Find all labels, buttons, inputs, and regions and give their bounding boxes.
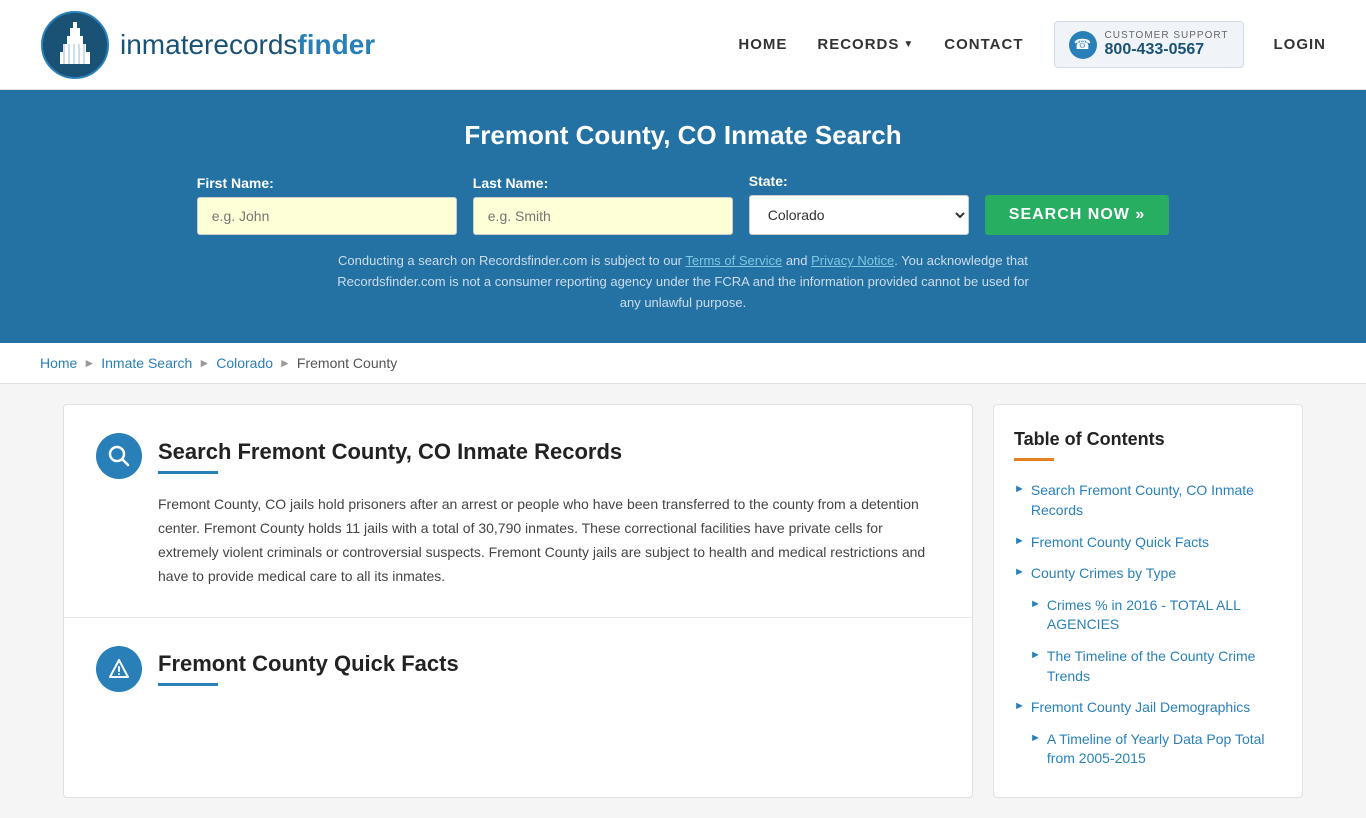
chevron-right-icon: ► bbox=[1030, 732, 1041, 744]
state-group: State: Colorado bbox=[749, 173, 969, 235]
nav-home[interactable]: HOME bbox=[738, 36, 787, 53]
privacy-link[interactable]: Privacy Notice bbox=[811, 253, 894, 268]
breadcrumb-sep-3: ► bbox=[279, 356, 291, 370]
first-name-input[interactable] bbox=[197, 197, 457, 235]
toc-link-2[interactable]: County Crimes by Type bbox=[1031, 564, 1176, 584]
content-area: Search Fremont County, CO Inmate Records… bbox=[63, 404, 973, 798]
nav-login[interactable]: LOGIN bbox=[1274, 36, 1327, 53]
logo-text: inmaterecordsfinder bbox=[120, 29, 375, 61]
nav-records[interactable]: RECORDS ▼ bbox=[817, 36, 914, 53]
toc-title: Table of Contents bbox=[1014, 429, 1282, 450]
search-button[interactable]: SEARCH NOW » bbox=[985, 195, 1169, 235]
breadcrumb-home[interactable]: Home bbox=[40, 355, 77, 371]
sidebar: Table of Contents ► Search Fremont Count… bbox=[993, 404, 1303, 798]
breadcrumb-inmate-search[interactable]: Inmate Search bbox=[101, 355, 192, 371]
support-info: CUSTOMER SUPPORT 800-433-0567 bbox=[1105, 30, 1229, 59]
toc-list: ► Search Fremont County, CO Inmate Recor… bbox=[1014, 477, 1282, 773]
chevron-right-icon: ► bbox=[1014, 566, 1025, 578]
toc-link-3[interactable]: Crimes % in 2016 - TOTAL ALL AGENCIES bbox=[1047, 596, 1282, 635]
toc-link-0[interactable]: Search Fremont County, CO Inmate Records bbox=[1031, 481, 1282, 520]
section-quick-facts: Fremont County Quick Facts bbox=[64, 618, 972, 734]
first-name-label: First Name: bbox=[197, 175, 274, 191]
chevron-right-icon: ► bbox=[1030, 598, 1041, 610]
chevron-right-icon: ► bbox=[1030, 649, 1041, 661]
toc-link-5[interactable]: Fremont County Jail Demographics bbox=[1031, 698, 1250, 718]
tos-link[interactable]: Terms of Service bbox=[685, 253, 782, 268]
logo-icon bbox=[40, 10, 110, 80]
toc-item-3: ► Crimes % in 2016 - TOTAL ALL AGENCIES bbox=[1014, 592, 1282, 639]
toc-item-1: ► Fremont County Quick Facts bbox=[1014, 529, 1282, 557]
chevron-down-icon: ▼ bbox=[903, 39, 914, 50]
section-underline-2 bbox=[158, 683, 218, 686]
breadcrumb-current: Fremont County bbox=[297, 355, 397, 371]
logo[interactable]: inmaterecordsfinder bbox=[40, 10, 375, 80]
warning-icon bbox=[96, 646, 142, 692]
state-select[interactable]: Colorado bbox=[749, 195, 969, 235]
nav-contact[interactable]: CONTACT bbox=[944, 36, 1023, 53]
toc-link-4[interactable]: The Timeline of the County Crime Trends bbox=[1047, 647, 1282, 686]
toc-item-5: ► Fremont County Jail Demographics bbox=[1014, 694, 1282, 722]
main-nav: HOME RECORDS ▼ CONTACT ☎ CUSTOMER SUPPOR… bbox=[738, 21, 1326, 68]
breadcrumb-sep-2: ► bbox=[198, 356, 210, 370]
main-container: Search Fremont County, CO Inmate Records… bbox=[43, 404, 1323, 798]
section-title-1: Search Fremont County, CO Inmate Records bbox=[158, 439, 622, 465]
hero-disclaimer: Conducting a search on Recordsfinder.com… bbox=[333, 251, 1033, 313]
section-header-1: Search Fremont County, CO Inmate Records bbox=[96, 433, 940, 479]
search-form: First Name: Last Name: State: Colorado S… bbox=[40, 173, 1326, 235]
hero-section: Fremont County, CO Inmate Search First N… bbox=[0, 90, 1366, 343]
hero-title: Fremont County, CO Inmate Search bbox=[40, 120, 1326, 151]
state-label: State: bbox=[749, 173, 788, 189]
support-phone: 800-433-0567 bbox=[1105, 41, 1229, 59]
section-underline-1 bbox=[158, 471, 218, 474]
last-name-group: Last Name: bbox=[473, 175, 733, 235]
toc-box: Table of Contents ► Search Fremont Count… bbox=[993, 404, 1303, 798]
toc-divider bbox=[1014, 458, 1054, 461]
chevron-right-icon: ► bbox=[1014, 535, 1025, 547]
section-header-2: Fremont County Quick Facts bbox=[96, 646, 940, 692]
section-inmate-records: Search Fremont County, CO Inmate Records… bbox=[64, 405, 972, 617]
support-label: CUSTOMER SUPPORT bbox=[1105, 30, 1229, 41]
section-title-2: Fremont County Quick Facts bbox=[158, 651, 459, 677]
toc-link-1[interactable]: Fremont County Quick Facts bbox=[1031, 533, 1209, 553]
toc-item-0: ► Search Fremont County, CO Inmate Recor… bbox=[1014, 477, 1282, 524]
search-icon bbox=[96, 433, 142, 479]
chevron-right-icon: ► bbox=[1014, 483, 1025, 495]
toc-item-2: ► County Crimes by Type bbox=[1014, 560, 1282, 588]
breadcrumb: Home ► Inmate Search ► Colorado ► Fremon… bbox=[0, 343, 1366, 384]
section-body-1: Fremont County, CO jails hold prisoners … bbox=[96, 493, 940, 588]
chevron-right-icon: ► bbox=[1014, 700, 1025, 712]
toc-item-4: ► The Timeline of the County Crime Trend… bbox=[1014, 643, 1282, 690]
toc-link-6[interactable]: A Timeline of Yearly Data Pop Total from… bbox=[1047, 730, 1282, 769]
breadcrumb-colorado[interactable]: Colorado bbox=[216, 355, 273, 371]
last-name-input[interactable] bbox=[473, 197, 733, 235]
breadcrumb-sep-1: ► bbox=[83, 356, 95, 370]
customer-support-box[interactable]: ☎ CUSTOMER SUPPORT 800-433-0567 bbox=[1054, 21, 1244, 68]
site-header: inmaterecordsfinder HOME RECORDS ▼ CONTA… bbox=[0, 0, 1366, 90]
first-name-group: First Name: bbox=[197, 175, 457, 235]
last-name-label: Last Name: bbox=[473, 175, 548, 191]
headphone-icon: ☎ bbox=[1069, 31, 1097, 59]
toc-item-6: ► A Timeline of Yearly Data Pop Total fr… bbox=[1014, 726, 1282, 773]
